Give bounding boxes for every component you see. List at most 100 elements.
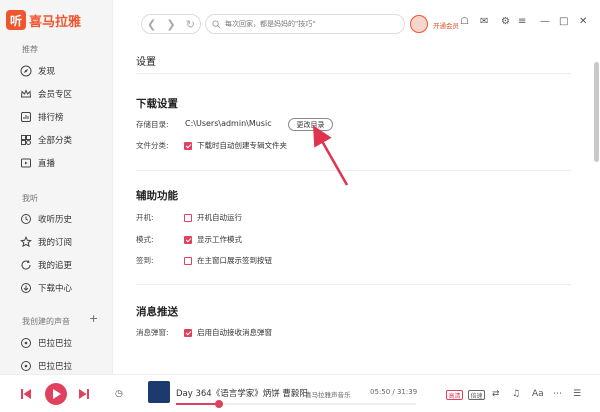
checkbox-label: 显示工作模式 bbox=[197, 235, 242, 244]
sidebar-item-label: 直播 bbox=[38, 159, 56, 169]
sidebar-item-live[interactable]: 直播 bbox=[20, 153, 55, 173]
assist-heading: 辅助功能 bbox=[136, 190, 178, 202]
checkbox-label: 开机自动运行 bbox=[197, 213, 242, 222]
sidebar-item-label: 我的订阅 bbox=[38, 238, 73, 248]
album-cover[interactable] bbox=[148, 381, 170, 403]
track-title[interactable]: Day 364《语言学家》炳饼 曹毅阳 bbox=[176, 387, 308, 399]
divider bbox=[136, 284, 571, 285]
star-icon bbox=[20, 236, 32, 248]
menu-icon[interactable]: ≡ bbox=[518, 16, 526, 27]
app-window: 听 喜马拉雅 推荐 发现 会员专区 排行榜 全部分类 直播 我听 收听历史 我的… bbox=[0, 0, 600, 412]
more-icon[interactable]: ⋯ bbox=[553, 389, 562, 399]
sidebar-item-label: 排行榜 bbox=[38, 113, 64, 123]
sidebar-item-label: 发现 bbox=[38, 67, 56, 77]
play-button[interactable] bbox=[45, 383, 67, 405]
push-heading: 消息推送 bbox=[136, 306, 178, 318]
history-nav: ❮ ❯ ↻ bbox=[141, 14, 201, 34]
sidebar-item-subscriptions[interactable]: 我的订阅 bbox=[20, 232, 72, 252]
minimize-icon[interactable]: — bbox=[540, 16, 550, 27]
volume-icon[interactable]: ♫ bbox=[512, 389, 520, 399]
divider bbox=[136, 73, 571, 74]
section-created: 我创建的声音 bbox=[22, 317, 70, 326]
storage-dir-path: C:\Users\admin\Music bbox=[185, 119, 272, 128]
loop-icon[interactable]: ⇄ bbox=[492, 389, 500, 399]
playlist-icon[interactable]: ☰ bbox=[573, 389, 581, 399]
add-created-button[interactable]: + bbox=[89, 312, 98, 325]
speed-tag[interactable]: 倍速 bbox=[468, 390, 485, 400]
vip-link[interactable]: 开通会员 bbox=[433, 20, 459, 30]
skin-icon[interactable]: ☖ bbox=[460, 16, 469, 27]
logo-mark-icon: 听 bbox=[6, 10, 26, 30]
file-category-checkbox[interactable]: 下载时自动创建专辑文件夹 bbox=[184, 140, 287, 151]
search-input[interactable] bbox=[225, 20, 400, 28]
forward-arrow-icon[interactable]: ❯ bbox=[166, 18, 175, 31]
play-icon bbox=[52, 389, 61, 399]
top-bar: ❮ ❯ ↻ 开通会员 ☖ ✉ ⚙ ≡ — □ ✕ bbox=[113, 0, 600, 48]
quality-tag[interactable]: 高清 bbox=[446, 390, 463, 400]
sidebar: 听 喜马拉雅 推荐 发现 会员专区 排行榜 全部分类 直播 我听 收听历史 我的… bbox=[0, 0, 113, 374]
page-title: 设置 bbox=[136, 57, 156, 68]
download-settings-heading: 下载设置 bbox=[136, 98, 178, 110]
checkbox-checked-icon[interactable] bbox=[184, 328, 192, 337]
sidebar-item-label: 下载中心 bbox=[38, 284, 73, 294]
sidebar-item-category[interactable]: 全部分类 bbox=[20, 130, 72, 150]
close-icon[interactable]: ✕ bbox=[579, 16, 587, 27]
mode-label: 模式: bbox=[136, 235, 154, 244]
signin-checkbox[interactable]: 在主窗口展示签到按钮 bbox=[184, 255, 272, 266]
storage-dir-label: 存储目录: bbox=[136, 120, 169, 129]
popup-label: 消息弹窗: bbox=[136, 328, 169, 337]
maximize-icon[interactable]: □ bbox=[559, 16, 568, 27]
checkbox-checked-icon[interactable] bbox=[184, 235, 192, 244]
annotation-arrow-icon bbox=[313, 125, 349, 186]
vip-crown-icon bbox=[20, 88, 32, 100]
mail-icon[interactable]: ✉ bbox=[480, 16, 488, 27]
checkbox-label: 下载时自动创建专辑文件夹 bbox=[197, 141, 287, 150]
signin-label: 签到: bbox=[136, 256, 154, 265]
progress-bar[interactable] bbox=[176, 400, 416, 408]
font-size-icon[interactable]: Aa bbox=[532, 389, 544, 399]
timer-icon[interactable]: ◷ bbox=[115, 389, 123, 399]
scrollbar-thumb[interactable] bbox=[594, 62, 599, 162]
checkbox-label: 在主窗口展示签到按钮 bbox=[197, 256, 272, 265]
startup-checkbox[interactable]: 开机自动运行 bbox=[184, 212, 242, 223]
file-category-label: 文件分类: bbox=[136, 141, 169, 150]
sidebar-item-ranking[interactable]: 排行榜 bbox=[20, 107, 64, 127]
app-logo[interactable]: 听 喜马拉雅 bbox=[6, 10, 81, 30]
download-icon bbox=[20, 282, 32, 294]
next-icon[interactable] bbox=[78, 388, 90, 400]
sidebar-item-following[interactable]: 我的追更 bbox=[20, 255, 72, 275]
album-icon bbox=[20, 360, 32, 372]
section-mine: 我听 bbox=[22, 194, 38, 203]
checkbox-unchecked-icon[interactable] bbox=[184, 213, 192, 222]
category-icon bbox=[20, 134, 32, 146]
mode-checkbox[interactable]: 显示工作模式 bbox=[184, 234, 242, 245]
sidebar-item-label: 全部分类 bbox=[38, 136, 73, 146]
ranking-icon bbox=[20, 111, 32, 123]
sidebar-item-vip[interactable]: 会员专区 bbox=[20, 84, 72, 104]
checkbox-unchecked-icon[interactable] bbox=[184, 256, 192, 265]
settings-panel: 设置 下载设置 存储目录: C:\Users\admin\Music 更改目录 … bbox=[113, 48, 600, 374]
reload-icon[interactable]: ↻ bbox=[186, 18, 195, 31]
avatar[interactable] bbox=[410, 15, 428, 33]
checkbox-label: 启用自动接收消息弹窗 bbox=[197, 328, 272, 337]
sidebar-item-album-1[interactable]: 巴拉巴拉 bbox=[20, 333, 72, 353]
progress-fill bbox=[176, 403, 220, 405]
track-artist[interactable]: 喜马拉雅声音乐 bbox=[305, 389, 351, 399]
sidebar-item-label: 收听历史 bbox=[38, 215, 73, 225]
sidebar-item-discover[interactable]: 发现 bbox=[20, 61, 55, 81]
player-bar: ◷ Day 364《语言学家》炳饼 曹毅阳 喜马拉雅声音乐 05:50 / 31… bbox=[0, 374, 600, 412]
search-box[interactable] bbox=[205, 14, 405, 34]
refresh-icon bbox=[20, 259, 32, 271]
sidebar-item-label: 我的追更 bbox=[38, 261, 73, 271]
search-icon bbox=[212, 19, 221, 28]
progress-knob[interactable] bbox=[215, 400, 224, 408]
previous-icon[interactable] bbox=[20, 388, 32, 400]
back-arrow-icon[interactable]: ❮ bbox=[147, 18, 156, 31]
popup-checkbox[interactable]: 启用自动接收消息弹窗 bbox=[184, 327, 272, 338]
sidebar-item-label: 会员专区 bbox=[38, 90, 73, 100]
sidebar-item-album-2[interactable]: 巴拉巴拉 bbox=[20, 356, 72, 376]
settings-icon[interactable]: ⚙ bbox=[501, 16, 510, 27]
sidebar-item-history[interactable]: 收听历史 bbox=[20, 209, 72, 229]
sidebar-item-downloads[interactable]: 下载中心 bbox=[20, 278, 72, 298]
checkbox-checked-icon[interactable] bbox=[184, 141, 192, 150]
